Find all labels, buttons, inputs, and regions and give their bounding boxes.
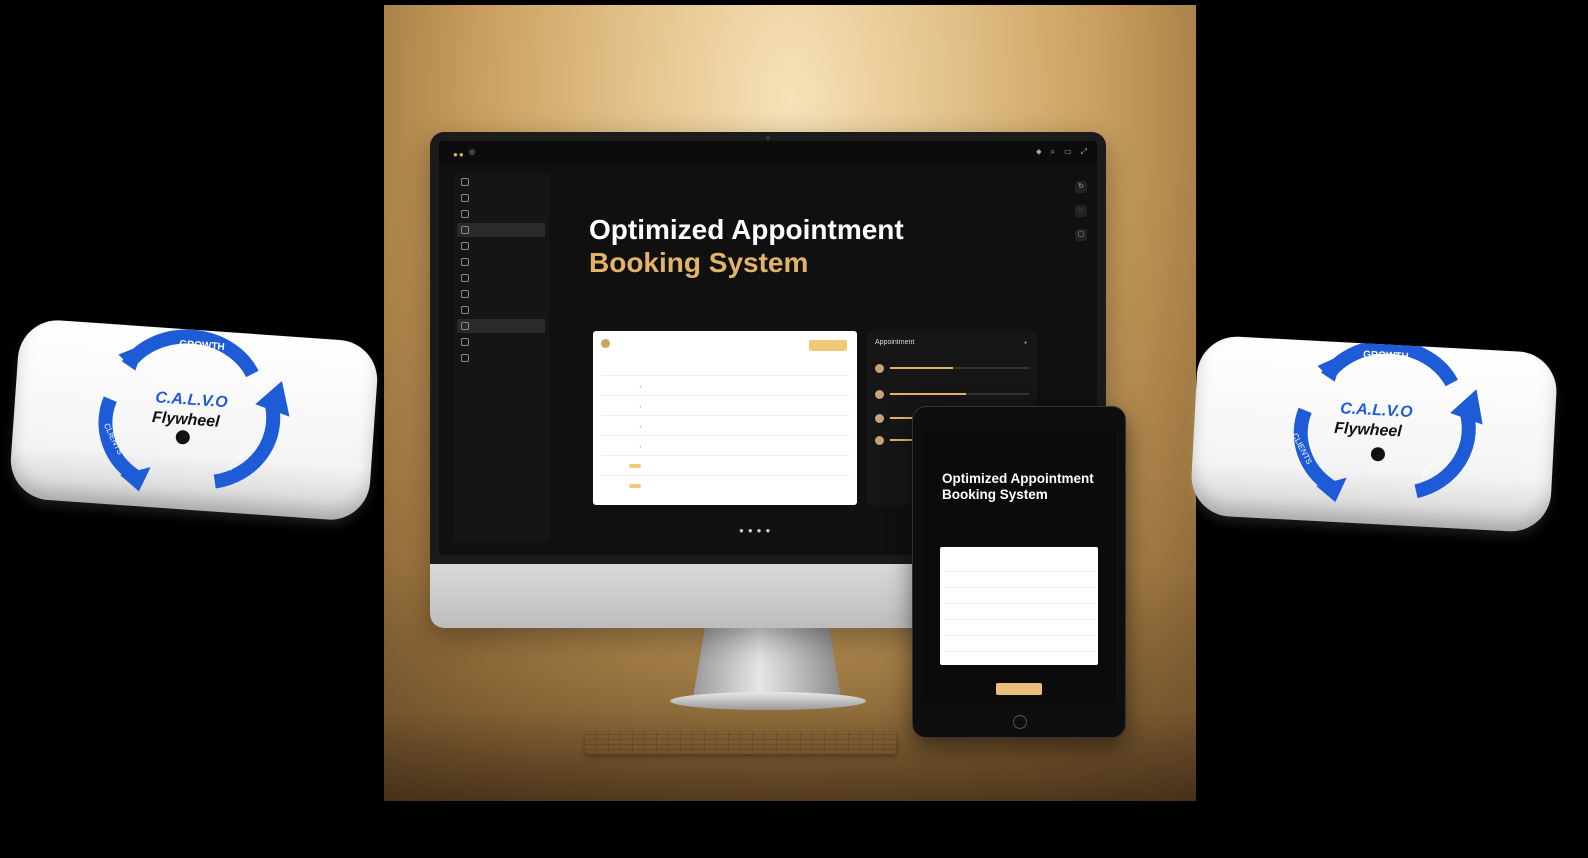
flywheel-growth-label: GROWTH bbox=[1362, 349, 1409, 363]
table-row[interactable] bbox=[944, 635, 1094, 650]
location-icon[interactable]: ⬥ bbox=[1036, 147, 1042, 157]
nav-icon bbox=[461, 226, 469, 234]
nav-icon bbox=[461, 178, 469, 186]
sidebar-item-active[interactable] bbox=[457, 319, 545, 333]
nav-icon bbox=[461, 194, 469, 202]
table-row[interactable] bbox=[944, 571, 1094, 586]
refresh-icon[interactable]: ↻ bbox=[1075, 181, 1087, 193]
tablet-device: Optimized Appointment Booking System bbox=[912, 406, 1126, 738]
hero-title-line1: Optimized Appointment bbox=[589, 214, 904, 245]
table-row[interactable] bbox=[944, 651, 1094, 666]
avatar bbox=[875, 389, 884, 399]
nav-icon bbox=[461, 210, 469, 218]
sidebar-item[interactable] bbox=[457, 351, 545, 365]
avatar bbox=[875, 413, 884, 423]
table-row[interactable]: › bbox=[601, 435, 849, 456]
appointment-panel-icon[interactable]: ● bbox=[1024, 340, 1027, 346]
hero-heading: Optimized Appointment Booking System bbox=[589, 213, 904, 279]
tablet-table-card bbox=[940, 547, 1098, 665]
nav-icon bbox=[461, 274, 469, 282]
table-row[interactable] bbox=[601, 475, 849, 496]
copy-icon[interactable]: ▢ bbox=[1075, 229, 1087, 241]
table-row[interactable]: › bbox=[601, 395, 849, 416]
keyboard bbox=[585, 732, 897, 754]
avatar bbox=[875, 435, 884, 445]
nav-icon bbox=[461, 306, 469, 314]
bell-icon[interactable]: ◌ bbox=[1075, 205, 1087, 217]
sidebar-item-active[interactable] bbox=[457, 223, 545, 237]
sidebar bbox=[453, 173, 549, 541]
monitor-stand bbox=[693, 628, 841, 698]
sidebar-item[interactable] bbox=[457, 287, 545, 301]
table-row[interactable]: › bbox=[601, 375, 849, 396]
topbar-icons: ⬥ ⌕ ▭ ⤢ bbox=[1036, 147, 1087, 157]
sidebar-item[interactable] bbox=[457, 207, 545, 221]
app-topbar: ●● ◎ ⬥ ⌕ ▭ ⤢ bbox=[439, 141, 1097, 163]
camera-icon bbox=[766, 136, 770, 140]
table-row[interactable] bbox=[944, 587, 1094, 602]
search-icon[interactable]: ⌕ bbox=[1051, 147, 1055, 157]
home-button[interactable] bbox=[1013, 715, 1027, 729]
expand-icon[interactable]: ⤢ bbox=[1081, 147, 1087, 157]
row-chevron-icon: › bbox=[639, 403, 642, 409]
tablet-title-line2: Booking System bbox=[942, 487, 1048, 502]
appointments-table-card: › › › › bbox=[593, 331, 857, 505]
sidebar-item[interactable] bbox=[457, 191, 545, 205]
row-chevron-icon: › bbox=[639, 383, 642, 389]
nav-icon bbox=[461, 322, 469, 330]
tablet-hero-heading: Optimized Appointment Booking System bbox=[942, 471, 1094, 503]
window-controls[interactable]: ●● bbox=[453, 150, 465, 159]
flywheel-badge-right: GROWTH C.A.L.V.O Flywheel CLIENTS ATTRAC… bbox=[1189, 334, 1559, 534]
table-row[interactable] bbox=[944, 619, 1094, 634]
tablet-cta-button[interactable] bbox=[996, 683, 1042, 695]
flywheel-badge-left: GROWTH C.A.L.V.O Flywheel CLIENTS ATTRAC… bbox=[8, 317, 380, 523]
nav-icon bbox=[461, 290, 469, 298]
nav-icon bbox=[461, 258, 469, 266]
app-logo-icon: ◎ bbox=[469, 149, 476, 156]
nav-icon bbox=[461, 338, 469, 346]
nav-icon bbox=[461, 242, 469, 250]
hero-title-line2: Booking System bbox=[589, 247, 809, 278]
row-action-button[interactable] bbox=[629, 483, 641, 488]
sidebar-item[interactable] bbox=[457, 255, 545, 269]
row-action-button[interactable] bbox=[629, 463, 641, 468]
table-row[interactable] bbox=[601, 455, 849, 476]
right-rail: ↻ ◌ ▢ bbox=[1075, 181, 1087, 241]
sidebar-item[interactable] bbox=[457, 239, 545, 253]
appointment-panel-title: Appointment bbox=[875, 339, 915, 346]
sidebar-item[interactable] bbox=[457, 175, 545, 189]
window-icon[interactable]: ▭ bbox=[1064, 147, 1072, 157]
tablet-title-line1: Optimized Appointment bbox=[942, 471, 1094, 486]
table-row[interactable]: › bbox=[601, 415, 849, 436]
tablet-screen: Optimized Appointment Booking System bbox=[922, 431, 1116, 703]
appointment-row[interactable] bbox=[875, 359, 1029, 377]
nav-icon bbox=[461, 354, 469, 362]
flywheel-title: C.A.L.V.O bbox=[1339, 400, 1413, 421]
progress-bar bbox=[890, 393, 1029, 395]
appointment-row[interactable] bbox=[875, 385, 1029, 403]
sidebar-item[interactable] bbox=[457, 303, 545, 317]
row-chevron-icon: › bbox=[639, 443, 642, 449]
sidebar-item[interactable] bbox=[457, 335, 545, 349]
avatar bbox=[601, 339, 610, 348]
table-row[interactable] bbox=[944, 603, 1094, 618]
flywheel-subtitle: Flywheel bbox=[1333, 419, 1403, 441]
carousel-pager[interactable]: ●●●● bbox=[739, 526, 774, 535]
monitor-base bbox=[670, 692, 866, 710]
avatar bbox=[875, 363, 884, 373]
sidebar-item[interactable] bbox=[457, 271, 545, 285]
row-chevron-icon: › bbox=[639, 423, 642, 429]
header-action-button[interactable] bbox=[809, 340, 847, 351]
progress-bar bbox=[890, 367, 1029, 369]
